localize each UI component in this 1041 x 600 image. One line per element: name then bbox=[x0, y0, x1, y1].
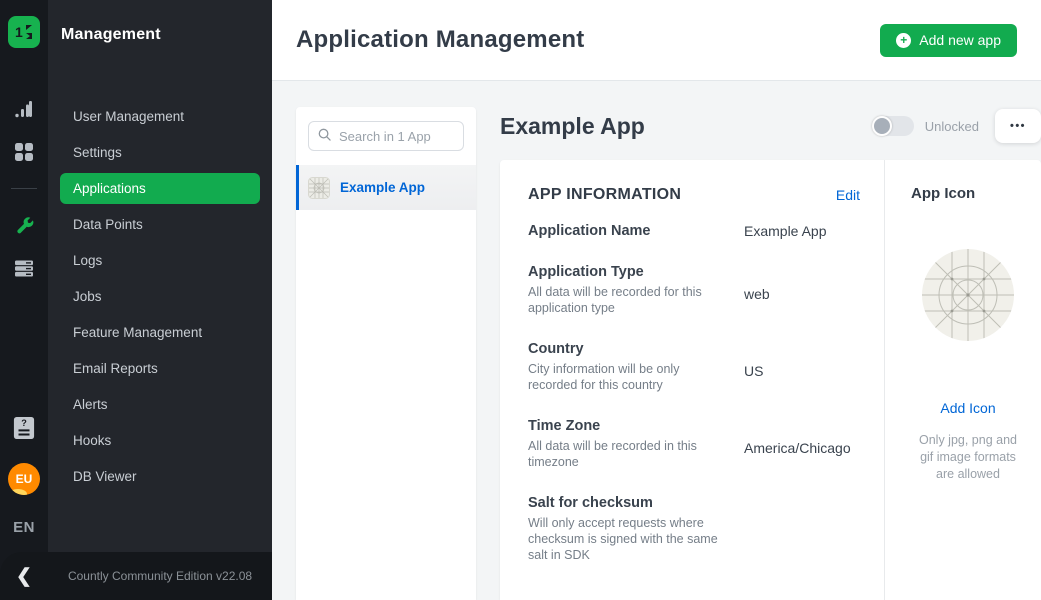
info-row-time-zone: Time Zone All data will be recorded in t… bbox=[528, 418, 860, 470]
info-row-application-type: Application Type All data will be record… bbox=[528, 264, 860, 316]
svg-text:1: 1 bbox=[15, 24, 23, 40]
add-icon-link[interactable]: Add Icon bbox=[911, 400, 1025, 416]
sidebar-nav: User Management Settings Applications Da… bbox=[60, 101, 260, 492]
version-label: Countly Community Edition v22.08 bbox=[48, 569, 272, 583]
sidebar-item-data-points[interactable]: Data Points bbox=[60, 209, 260, 240]
page-title: Application Management bbox=[296, 26, 584, 54]
search-icon bbox=[318, 128, 331, 141]
more-options-button[interactable]: ••• bbox=[995, 109, 1041, 143]
info-label: Application Name bbox=[528, 223, 744, 239]
app-detail-body: APP INFORMATION Edit Application Name Ex… bbox=[500, 160, 1041, 600]
info-value: web bbox=[744, 264, 860, 316]
app-icon-placeholder bbox=[921, 248, 1015, 342]
sidebar-item-applications[interactable]: Applications bbox=[60, 173, 260, 204]
lock-state-label: Unlocked bbox=[925, 119, 979, 134]
sidebar-item-jobs[interactable]: Jobs bbox=[60, 281, 260, 312]
countly-logo-glyph: 1 bbox=[13, 21, 35, 43]
sidebar-item-settings[interactable]: Settings bbox=[60, 137, 260, 168]
sidebar-item-feature-management[interactable]: Feature Management bbox=[60, 317, 260, 348]
add-new-app-label: Add new app bbox=[919, 32, 1001, 48]
app-detail: Example App Unlocked ••• APP INFORMATION bbox=[500, 107, 1041, 600]
sidebar-title: Management bbox=[60, 26, 260, 44]
sidebar-item-db-viewer[interactable]: DB Viewer bbox=[60, 461, 260, 492]
edit-link[interactable]: Edit bbox=[836, 187, 860, 203]
sidebar-footer: ❮ Countly Community Edition v22.08 bbox=[0, 552, 272, 600]
sidebar-item-alerts[interactable]: Alerts bbox=[60, 389, 260, 420]
rail-divider bbox=[11, 188, 37, 189]
lock-toggle[interactable] bbox=[872, 116, 914, 136]
info-value: Example App bbox=[744, 223, 860, 239]
info-description: All data will be recorded in this timezo… bbox=[528, 438, 726, 470]
plus-icon: + bbox=[896, 33, 911, 48]
info-value: America/Chicago bbox=[744, 418, 860, 470]
info-label: Time Zone bbox=[528, 418, 744, 434]
avatar-initials: EU bbox=[16, 472, 33, 486]
app-search-input[interactable] bbox=[308, 121, 464, 151]
server-stack-icon[interactable] bbox=[13, 257, 35, 279]
app-information-card: APP INFORMATION Edit Application Name Ex… bbox=[500, 160, 884, 600]
add-new-app-button[interactable]: + Add new app bbox=[880, 24, 1017, 57]
info-value: US bbox=[744, 341, 860, 393]
info-description: City information will be only recorded f… bbox=[528, 361, 726, 393]
app-thumbnail-icon bbox=[308, 177, 330, 199]
countly-logo-icon[interactable]: 1 bbox=[8, 16, 40, 48]
sidebar-item-user-management[interactable]: User Management bbox=[60, 101, 260, 132]
info-label: Country bbox=[528, 341, 744, 357]
icon-rail: 1 ? EU EN bbox=[0, 0, 48, 600]
sidebar-item-logs[interactable]: Logs bbox=[60, 245, 260, 276]
info-row-salt-for-checksum: Salt for checksum Will only accept reque… bbox=[528, 495, 860, 563]
user-avatar[interactable]: EU bbox=[8, 463, 40, 495]
management-wrench-icon[interactable] bbox=[13, 214, 35, 236]
page-header: Application Management + Add new app bbox=[272, 0, 1041, 80]
collapse-sidebar-icon[interactable]: ❮ bbox=[0, 567, 48, 586]
info-value bbox=[744, 495, 860, 563]
info-row-application-name: Application Name Example App bbox=[528, 223, 860, 239]
info-row-country: Country City information will be only re… bbox=[528, 341, 860, 393]
app-list-panel: Example App bbox=[296, 107, 476, 600]
detail-header-actions: Unlocked ••• bbox=[872, 109, 1041, 143]
app-information-header: APP INFORMATION Edit bbox=[528, 186, 860, 204]
analytics-bar-chart-icon[interactable] bbox=[13, 98, 35, 120]
sidebar-item-hooks[interactable]: Hooks bbox=[60, 425, 260, 456]
svg-text:?: ? bbox=[21, 418, 27, 428]
sidebar-item-email-reports[interactable]: Email Reports bbox=[60, 353, 260, 384]
info-label: Salt for checksum bbox=[528, 495, 744, 511]
info-label: Application Type bbox=[528, 264, 744, 280]
rail-nav bbox=[11, 98, 37, 279]
lock-toggle-knob bbox=[872, 116, 892, 136]
icon-format-note: Only jpg, png and gif image formats are … bbox=[911, 432, 1025, 483]
info-description: All data will be recorded for this appli… bbox=[528, 284, 726, 316]
app-icon-panel: App Icon bbox=[884, 160, 1041, 600]
info-description: Will only accept requests where checksum… bbox=[528, 515, 726, 563]
management-sidebar: Management User Management Settings Appl… bbox=[48, 0, 272, 600]
language-selector[interactable]: EN bbox=[13, 519, 35, 536]
app-window: 1 ? EU EN bbox=[0, 0, 1041, 600]
app-list-item-label: Example App bbox=[340, 180, 425, 195]
apps-grid-icon[interactable] bbox=[13, 141, 35, 163]
app-detail-header: Example App Unlocked ••• bbox=[500, 109, 1041, 143]
app-information-title: APP INFORMATION bbox=[528, 186, 681, 204]
app-icon-title: App Icon bbox=[911, 185, 1025, 202]
content-area: Example App Example App Unlocked ••• bbox=[272, 80, 1041, 600]
app-search bbox=[296, 107, 476, 165]
main-area: Application Management + Add new app bbox=[272, 0, 1041, 600]
app-detail-title: Example App bbox=[500, 113, 645, 140]
app-list-item-example-app[interactable]: Example App bbox=[296, 165, 476, 210]
rail-bottom: ? EU EN bbox=[8, 417, 40, 536]
help-guide-icon[interactable]: ? bbox=[13, 417, 35, 439]
